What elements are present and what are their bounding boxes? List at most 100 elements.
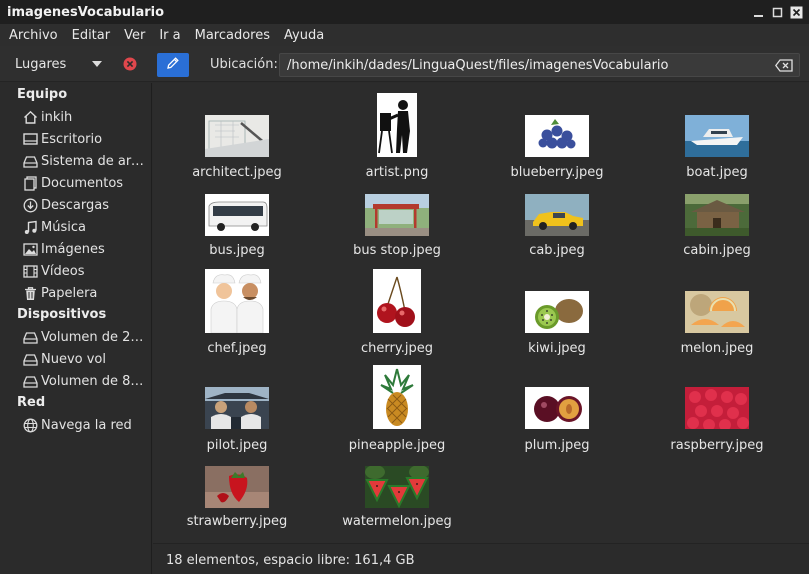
file-thumbnail [365,194,429,236]
file-name: cabin.jpeg [683,243,751,258]
downloads-icon [22,197,39,214]
sidebar-item-label: Música [41,219,86,235]
sidebar-item-label: Volumen de 89… [41,373,150,389]
sidebar-item-label: Papelera [41,285,98,301]
sidebar-item[interactable]: Imágenes [22,239,150,259]
sidebar-item[interactable]: Sistema de arch… [22,151,150,171]
file-thumbnail [685,387,749,429]
sidebar-item-label: Navega la red [41,417,132,433]
file-name: artist.png [365,165,429,180]
file-name: kiwi.jpeg [528,341,586,356]
toggle-location-edit-button[interactable] [157,53,189,77]
videos-icon [22,263,39,280]
file-name: pineapple.jpeg [348,438,446,453]
sidebar-item[interactable]: inkih [22,107,150,127]
trash-icon [22,285,39,302]
file-name: raspberry.jpeg [670,438,764,453]
sidebar-item-label: inkih [41,109,73,125]
sidebar-heading-equipo: Equipo [17,87,68,102]
file-thumbnail [205,115,269,157]
places-dropdown[interactable]: Lugares [8,53,108,75]
sidebar-item-label: Nuevo vol [41,351,106,367]
sidebar-item-label: Imágenes [41,241,105,257]
file-name: architect.jpeg [192,165,282,180]
file-thumbnail [365,466,429,508]
sidebar-heading-red: Red [17,395,46,410]
menu-ayuda[interactable]: Ayuda [276,28,330,43]
drive-icon [22,153,39,170]
file-thumbnail [525,194,589,236]
file-thumbnail [373,365,421,429]
sidebar-heading-dispositivos: Dispositivos [17,307,107,322]
file-icon-view[interactable]: architect.jpeg artist.png blueberry.jpeg bo… [153,83,809,543]
file-name: blueberry.jpeg [510,165,604,180]
file-thumbnail [205,466,269,508]
file-thumbnail [373,269,421,333]
status-bar: 18 elementos, espacio libre: 161,4 GB [153,543,809,574]
file-name: cherry.jpeg [361,341,433,356]
file-thumbnail [525,387,589,429]
file-thumbnail [205,194,269,236]
clear-location-icon[interactable] [774,57,794,73]
file-thumbnail [377,93,417,157]
music-icon [22,219,39,236]
location-label: Ubicación: [210,57,278,72]
places-sidebar: Equipo inkih Escritorio Sistema de arch… Doc… [0,83,152,574]
file-thumbnail [685,194,749,236]
maximize-button[interactable] [770,5,785,20]
sidebar-item[interactable]: Navega la red [22,415,150,435]
sidebar-item-label: Escritorio [41,131,103,147]
close-window-button[interactable] [789,5,804,20]
menu-ver[interactable]: Ver [116,28,151,43]
sidebar-item[interactable]: Documentos [22,173,150,193]
menu-ir-a[interactable]: Ir a [151,28,186,43]
network-icon [22,417,39,434]
file-thumbnail [525,115,589,157]
sidebar-item-label: Documentos [41,175,124,191]
title-bar: imagenesVocabulario [0,0,809,24]
file-name: boat.jpeg [686,165,748,180]
sidebar-item[interactable]: Volumen de 23… [22,327,150,347]
window-title: imagenesVocabulario [7,4,165,20]
minimize-button[interactable] [751,5,766,20]
file-name: strawberry.jpeg [186,514,288,529]
file-name: watermelon.jpeg [342,514,452,529]
places-dropdown-label: Lugares [15,56,67,72]
sidebar-item[interactable]: Papelera [22,283,150,303]
menu-bar: Archivo Editar Ver Ir a Marcadores Ayuda [0,24,809,46]
sidebar-item[interactable]: Vídeos [22,261,150,281]
pictures-icon [22,241,39,258]
menu-marcadores[interactable]: Marcadores [187,28,276,43]
location-path[interactable]: /home/inkih/dades/LinguaQuest/files/imag… [280,58,774,73]
sidebar-item[interactable]: Nuevo vol [22,349,150,369]
sidebar-item-label: Vídeos [41,263,85,279]
sidebar-item[interactable]: Volumen de 89… [22,371,150,391]
file-name: cab.jpeg [529,243,585,258]
desktop-icon [22,131,39,148]
status-text: 18 elementos, espacio libre: 161,4 GB [166,553,415,568]
sidebar-item[interactable]: Escritorio [22,129,150,149]
drive-icon [22,329,39,346]
file-thumbnail [685,115,749,157]
sidebar-item-label: Sistema de arch… [41,153,150,169]
sidebar-item[interactable]: Descargas [22,195,150,215]
close-sidebar-icon[interactable] [123,57,137,71]
chevron-down-icon [92,61,102,67]
file-thumbnail [525,291,589,333]
documents-icon [22,175,39,192]
menu-editar[interactable]: Editar [64,28,117,43]
sidebar-item-label: Descargas [41,197,110,213]
sidebar-item[interactable]: Música [22,217,150,237]
menu-archivo[interactable]: Archivo [0,28,64,43]
file-thumbnail [205,387,269,429]
file-name: chef.jpeg [207,341,267,356]
drive-icon [22,351,39,368]
file-thumbnail [685,291,749,333]
sidebar-item-label: Volumen de 23… [41,329,150,345]
pencil-icon [166,56,180,74]
location-input[interactable]: /home/inkih/dades/LinguaQuest/files/imag… [279,53,800,77]
file-name: bus stop.jpeg [353,243,441,258]
file-thumbnail [205,269,269,333]
file-name: pilot.jpeg [206,438,268,453]
file-name: bus.jpeg [209,243,265,258]
